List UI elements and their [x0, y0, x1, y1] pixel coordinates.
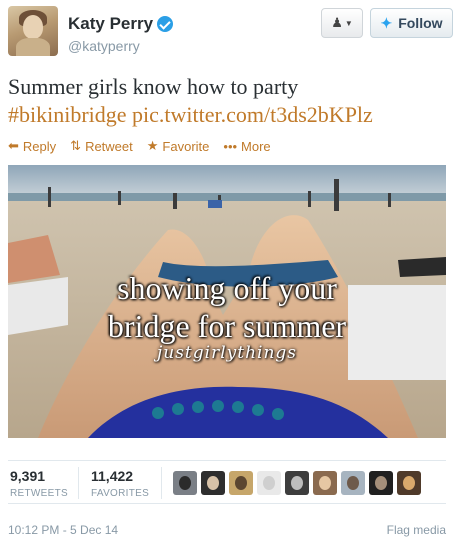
avatar-face: [23, 15, 43, 39]
favoriter-avatar-face: [347, 476, 359, 490]
retweets-stat[interactable]: 9,391 RETWEETS: [10, 468, 68, 499]
reply-icon: ⬅: [8, 138, 19, 153]
stats-divider: [78, 467, 79, 499]
favorites-count: 11,422: [91, 468, 134, 484]
favoriter-avatar[interactable]: [201, 471, 225, 495]
user-fullname[interactable]: Katy Perry: [68, 14, 153, 34]
favoriter-avatar-face: [403, 476, 415, 490]
media-link[interactable]: pic.twitter.com/t3ds2bKPlz: [132, 102, 373, 127]
favorites-stat[interactable]: 11,422 FAVORITES: [91, 468, 149, 499]
flag-media-link[interactable]: Flag media: [387, 523, 446, 537]
favorite-button[interactable]: ★ Favorite: [147, 138, 210, 154]
retweet-label: Retweet: [85, 138, 133, 154]
favoriter-avatar[interactable]: [285, 471, 309, 495]
tweet-actions: ⬅ Reply ⇅ Retweet ★ Favorite ••• More: [8, 137, 285, 155]
reply-button[interactable]: ⬅ Reply: [8, 138, 56, 154]
favoriter-avatar[interactable]: [341, 471, 365, 495]
tweet-footer: 10:12 PM - 5 Dec 14 Flag media: [8, 523, 446, 537]
follow-label: Follow: [398, 15, 443, 31]
more-dots-icon: •••: [223, 138, 238, 154]
favoriter-avatar-face: [291, 476, 303, 490]
retweets-count: 9,391: [10, 468, 46, 484]
favoriter-avatar-face: [235, 476, 247, 490]
favoriter-avatar[interactable]: [229, 471, 253, 495]
star-icon: ★: [146, 138, 159, 153]
favoriter-avatar-face: [263, 476, 275, 490]
favorite-label: Favorite: [162, 138, 210, 154]
more-button[interactable]: ••• More: [223, 139, 270, 154]
chevron-down-icon: ▼: [344, 18, 353, 28]
reply-label: Reply: [22, 138, 57, 154]
hashtag-link[interactable]: #bikinibridge: [8, 102, 127, 127]
favoriter-avatar-face: [375, 476, 387, 490]
favorites-label: FAVORITES: [91, 488, 150, 499]
photo-caption-line1: showing off your: [117, 270, 337, 306]
user-username[interactable]: @katyperry: [68, 38, 173, 54]
name-block[interactable]: Katy Perry @katyperry: [68, 14, 174, 54]
retweets-label: RETWEETS: [10, 488, 68, 499]
twitter-bird-icon: ✦: [380, 14, 393, 31]
user-actions-button[interactable]: ♟ ▼: [321, 8, 363, 38]
favoriter-avatar[interactable]: [313, 471, 337, 495]
tweet-media-photo[interactable]: showing off your bridge for summer justg…: [8, 165, 446, 438]
retweet-icon: ⇅: [70, 138, 82, 153]
user-dropdown-icon: ♟: [331, 15, 343, 30]
more-label: More: [241, 138, 271, 154]
favoriter-avatar[interactable]: [397, 471, 421, 495]
user-avatar[interactable]: [8, 6, 58, 56]
photo-caption-script: justgirlythings: [156, 343, 298, 363]
avatar-body: [16, 38, 50, 56]
tweet-links-line: #bikinibridge pic.twitter.com/t3ds2bKPlz: [8, 101, 453, 129]
favoriter-avatar-face: [319, 476, 331, 490]
favoriter-avatar[interactable]: [173, 471, 197, 495]
favoriter-avatar[interactable]: [257, 471, 281, 495]
tweet-text-line: Summer girls know how to party: [8, 74, 299, 99]
verified-badge-icon: [157, 16, 174, 32]
favoriters-list: [173, 471, 425, 495]
retweet-button[interactable]: ⇅ Retweet: [70, 138, 133, 154]
stats-divider: [161, 467, 162, 499]
tweet-stats: 9,391 RETWEETS 11,422 FAVORITES: [8, 460, 446, 504]
tweet-timestamp[interactable]: 10:12 PM - 5 Dec 14: [8, 523, 118, 537]
photo-caption-line2: bridge for summer: [107, 308, 347, 344]
favoriter-avatar-face: [207, 476, 219, 490]
tweet-text: Summer girls know how to party #bikinibr…: [8, 73, 453, 129]
follow-button[interactable]: ✦ Follow: [370, 8, 453, 38]
favoriter-avatar[interactable]: [369, 471, 393, 495]
tweet-header: Katy Perry @katyperry ♟ ▼ ✦ Follow: [8, 6, 453, 58]
favoriter-avatar-face: [179, 476, 191, 490]
